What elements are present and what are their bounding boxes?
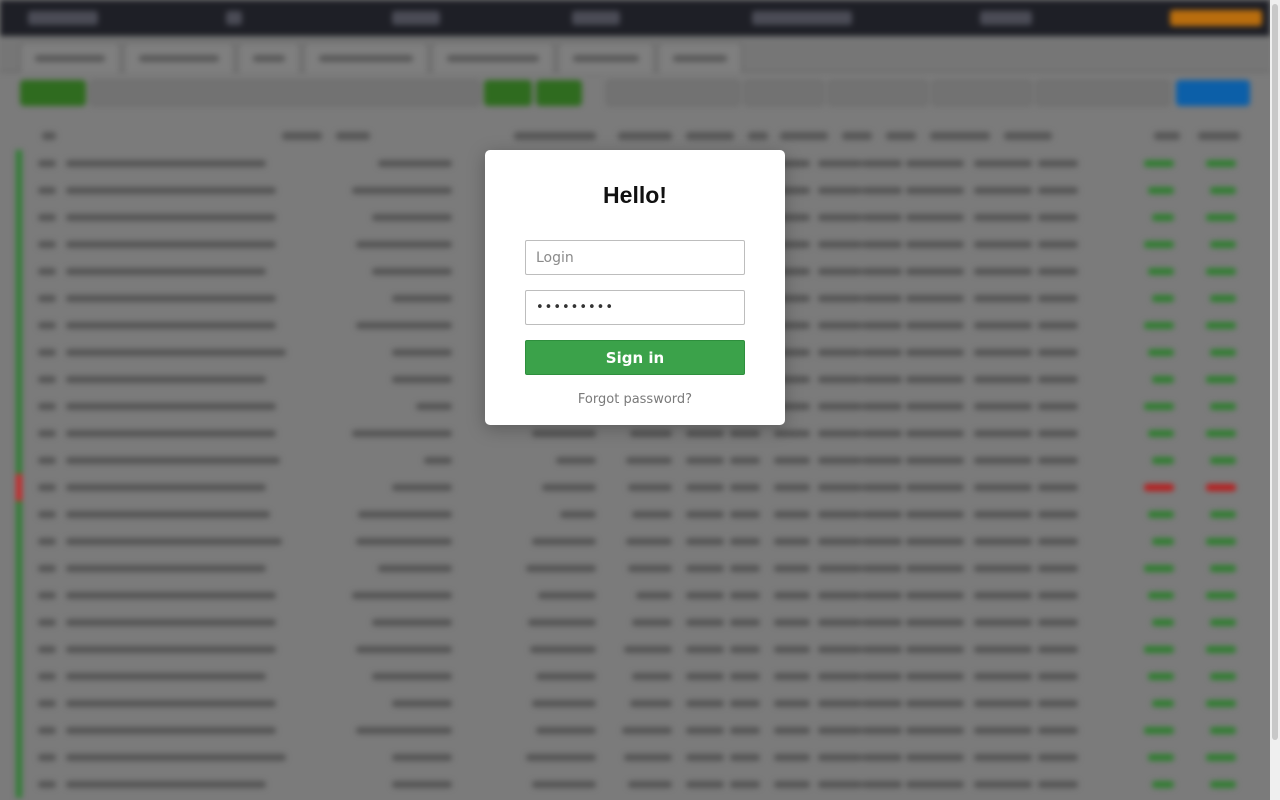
nav-item [752,11,852,25]
tab [558,42,654,72]
app-background: Hello! Sign in Forgot password? [0,0,1270,800]
password-input[interactable] [525,290,745,325]
tab [304,42,428,72]
scrollbar-thumb[interactable] [1272,4,1278,740]
dialog-title: Hello! [603,182,667,208]
tab [432,42,554,72]
filter-select [828,80,928,106]
table-row [16,663,1246,690]
filter-input [90,80,480,106]
table-row [16,501,1246,528]
table-row [16,474,1246,501]
table-row [16,717,1246,744]
table-header [0,122,1270,148]
nav-item [980,11,1032,25]
login-input[interactable] [525,240,745,275]
table-row [16,771,1246,798]
filter-select [932,80,1032,106]
nav-item [28,11,98,25]
tab [658,42,742,72]
tab-bar [0,36,1270,72]
search-input [606,80,740,106]
filter-button [20,80,86,106]
filter-select [1036,80,1170,106]
tab [238,42,300,72]
forgot-password-link[interactable]: Forgot password? [485,392,785,407]
table-row [16,582,1246,609]
login-dialog: Hello! Sign in Forgot password? [485,150,785,425]
page-scrollbar[interactable] [1270,0,1280,800]
table-row [16,744,1246,771]
tab [124,42,234,72]
table-row [16,690,1246,717]
tab [20,42,120,72]
balance-badge [1170,10,1262,26]
filter-button [484,80,532,106]
table-row [16,609,1246,636]
filter-button [536,80,582,106]
table-row [16,555,1246,582]
table-row [16,447,1246,474]
filter-select [744,80,824,106]
sign-in-button[interactable]: Sign in [525,340,745,375]
table-row [16,636,1246,663]
nav-item [392,11,440,25]
nav-item [572,11,620,25]
table-row [16,528,1246,555]
filter-bar [0,72,1270,116]
top-navigation-bar [0,0,1270,36]
apply-button [1176,80,1250,106]
nav-item [226,11,242,25]
